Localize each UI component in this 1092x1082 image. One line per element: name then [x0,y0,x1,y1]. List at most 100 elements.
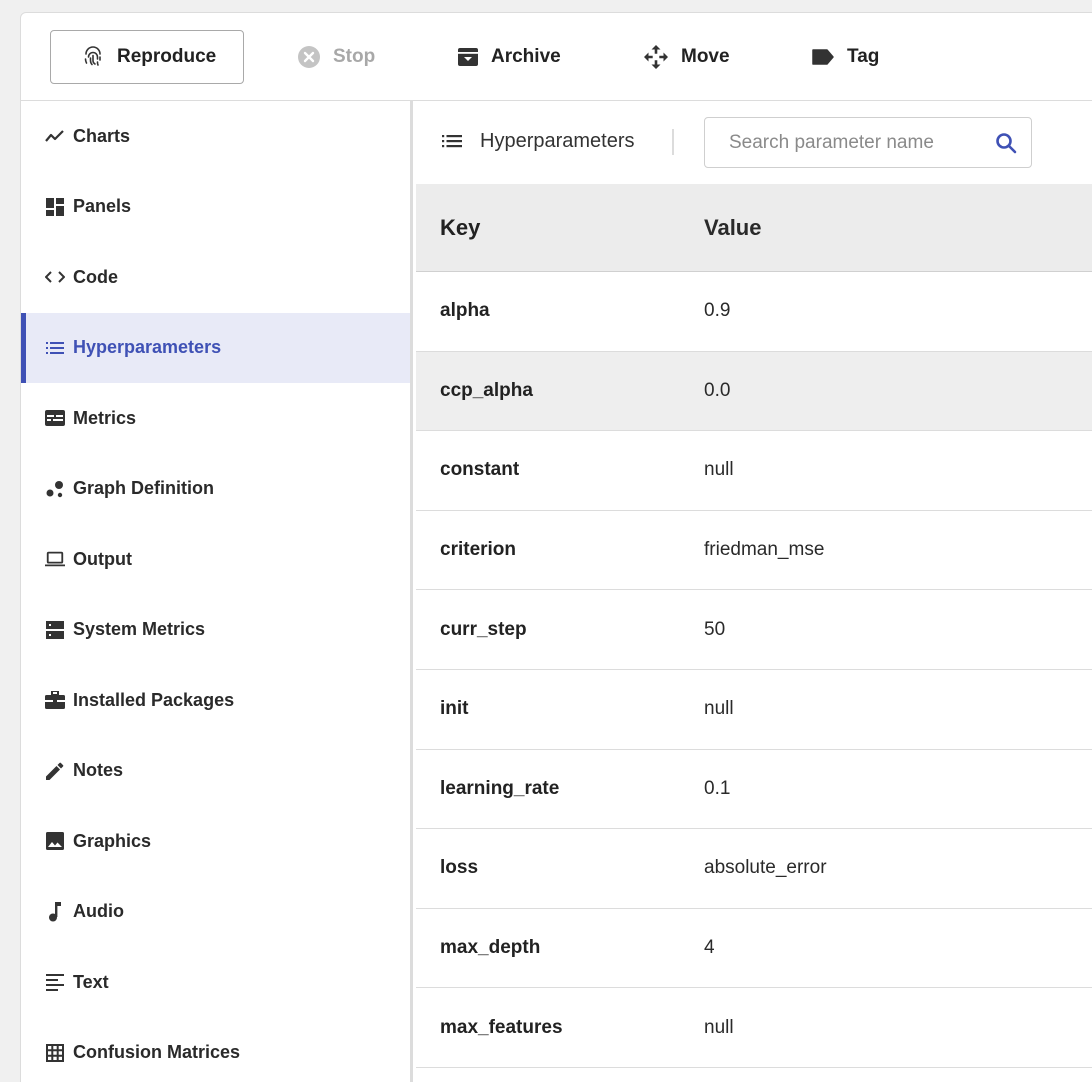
metrics-icon [45,408,65,428]
param-value: null [704,698,734,720]
reproduce-button[interactable]: Reproduce [50,30,244,84]
table-row[interactable]: criterion friedman_mse [416,511,1092,591]
sidebar-item-text[interactable]: Text [21,947,410,1017]
sidebar: Charts Panels Code Hyperparameters Metri… [21,101,413,1082]
param-value: friedman_mse [704,539,825,561]
search-box [704,117,1032,168]
page-title: Hyperparameters [480,130,635,152]
list-icon [45,338,65,358]
sidebar-item-label: Code [73,266,118,287]
param-key: curr_step [440,618,527,640]
briefcase-icon [45,690,65,710]
column-header-key[interactable]: Key [416,215,704,241]
sidebar-item-label: Audio [73,901,124,921]
sidebar-item-audio[interactable]: Audio [21,877,410,947]
sidebar-item-label: Hyperparameters [73,337,222,357]
app-frame: Reproduce Stop Archive Move Tag Charts P… [20,12,1092,1082]
sidebar-item-label: Confusion Matrices [73,1042,241,1062]
sidebar-item-code[interactable]: Code [21,242,410,312]
param-value: absolute_error [704,857,827,879]
search-input[interactable] [729,131,979,154]
sidebar-item-graphics[interactable]: Graphics [21,806,410,876]
sidebar-item-label: Installed Packages [73,689,235,710]
param-key: ccp_alpha [440,379,533,401]
reproduce-label: Reproduce [117,46,217,67]
table-row[interactable]: learning_rate 0.1 [416,750,1092,830]
text-icon [45,972,65,992]
music-note-icon [45,901,65,922]
param-value: null [704,459,734,481]
sidebar-item-label: Graph Definition [73,478,214,498]
move-label: Move [681,46,730,67]
stop-label: Stop [333,46,376,67]
sidebar-item-label: Notes [73,760,124,780]
sidebar-item-label: Graphics [73,830,152,851]
table-row[interactable]: ccp_alpha 0.0 [416,351,1092,432]
sidebar-item-charts[interactable]: Charts [21,101,410,171]
server-icon [45,620,65,640]
table-row[interactable]: alpha 0.9 [416,272,1092,352]
param-key: constant [440,459,520,481]
sidebar-item-system-metrics[interactable]: System Metrics [21,595,410,665]
table-row[interactable]: max_features null [416,988,1092,1068]
grid-icon [45,1043,65,1063]
list-icon [442,133,462,154]
divider [672,129,674,155]
table-row[interactable]: init null [416,670,1092,750]
fingerprint-icon [81,45,105,69]
sidebar-item-label: System Metrics [73,619,206,639]
sidebar-item-hyperparameters[interactable]: Hyperparameters [21,312,410,383]
sidebar-item-panels[interactable]: Panels [21,172,410,242]
tag-button[interactable]: Tag [811,30,879,84]
table-row[interactable]: curr_step 50 [416,590,1092,670]
param-value: 0.0 [704,379,731,401]
stop-icon [297,45,321,69]
panels-icon [45,197,65,217]
table-row[interactable]: max_depth 4 [416,909,1092,989]
table-row[interactable]: constant null [416,431,1092,511]
sidebar-item-label: Output [73,548,132,569]
tag-label: Tag [847,46,880,67]
search-icon[interactable] [995,132,1017,159]
param-key: max_depth [440,937,541,959]
pencil-icon [45,761,65,781]
sidebar-item-label: Panels [73,196,132,216]
column-header-value[interactable]: Value [704,215,761,241]
main-panel: Hyperparameters Key Value alpha 0.9 ccp_… [416,101,1092,1082]
sidebar-item-notes[interactable]: Notes [21,736,410,806]
param-key: max_features [440,1016,563,1038]
param-key: init [440,698,469,720]
subheader: Hyperparameters [416,101,1092,184]
sidebar-item-output[interactable]: Output [21,524,410,594]
image-icon [45,831,65,851]
param-value: 4 [704,937,715,959]
sidebar-item-confusion-matrices[interactable]: Confusion Matrices [21,1018,410,1082]
archive-button[interactable]: Archive [457,30,561,84]
move-button[interactable]: Move [643,30,730,84]
laptop-icon [45,549,65,569]
param-key: alpha [440,300,490,322]
table-row[interactable]: loss absolute_error [416,829,1092,909]
move-icon [643,44,669,70]
chart-line-icon [45,126,65,146]
param-key: criterion [440,539,517,561]
hyperparameters-table: Key Value alpha 0.9 ccp_alpha 0.0 consta… [416,184,1092,1068]
param-value: 0.1 [704,777,731,799]
archive-icon [457,46,479,68]
param-key: loss [440,857,479,879]
sidebar-item-label: Charts [73,125,131,146]
sidebar-item-graph-definition[interactable]: Graph Definition [21,454,410,524]
sidebar-item-label: Metrics [73,407,137,428]
code-icon [45,267,65,287]
param-value: 0.9 [704,300,731,322]
archive-label: Archive [491,46,561,67]
toolbar: Reproduce Stop Archive Move Tag [21,13,1092,101]
param-value: null [704,1016,734,1038]
stop-button[interactable]: Stop [297,30,375,84]
sidebar-item-installed-packages[interactable]: Installed Packages [21,665,410,735]
table-header: Key Value [416,184,1092,272]
param-key: learning_rate [440,777,560,799]
graph-icon [45,479,65,499]
sidebar-item-metrics[interactable]: Metrics [21,383,410,453]
sidebar-item-label: Text [73,971,109,992]
